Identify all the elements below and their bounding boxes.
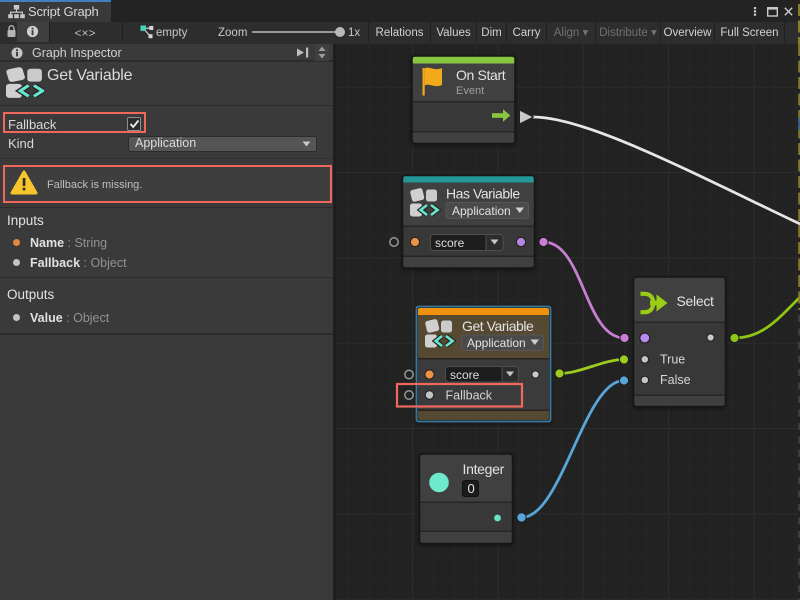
svg-text:Event: Event (456, 85, 484, 97)
svg-text:Get Variable: Get Variable (462, 318, 534, 334)
svg-text:score: score (450, 368, 480, 382)
svg-text:True: True (660, 353, 685, 367)
svg-text:Has Variable: Has Variable (446, 186, 520, 202)
svg-text:Integer: Integer (463, 461, 505, 477)
svg-text:On Start: On Start (456, 67, 506, 83)
svg-text:False: False (660, 373, 691, 387)
svg-text:Select: Select (677, 293, 715, 309)
svg-text:Fallback: Fallback (446, 389, 493, 403)
svg-text:Application: Application (452, 204, 511, 218)
svg-text:score: score (435, 236, 465, 250)
svg-text:Application: Application (467, 336, 526, 350)
svg-text:0: 0 (468, 481, 475, 496)
